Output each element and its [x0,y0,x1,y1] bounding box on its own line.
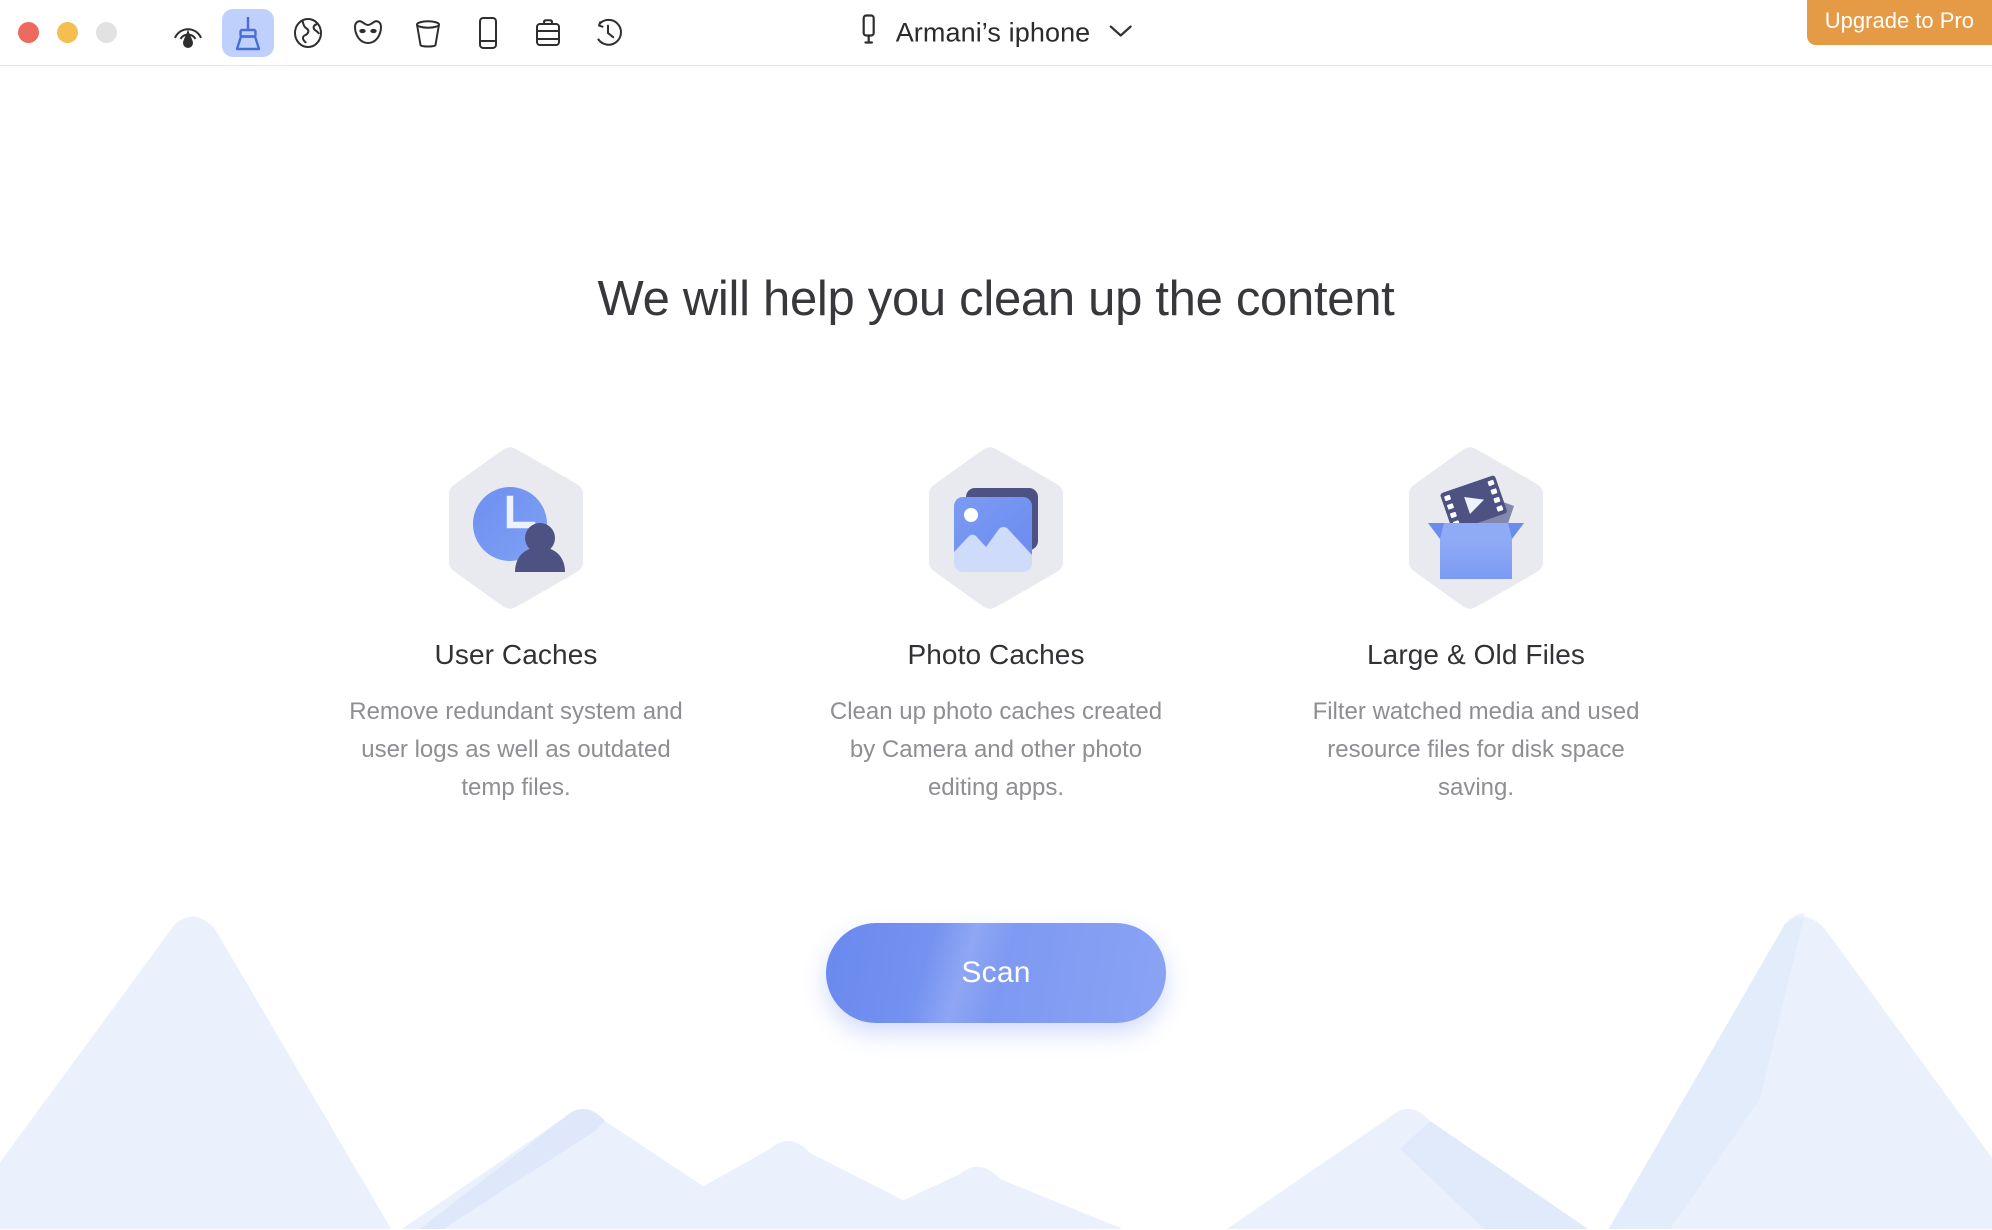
titlebar: Armani’s iphone Upgrade to Pro [0,0,1992,66]
clock-icon [591,16,625,50]
broadcast-icon [171,15,205,51]
window-controls [18,22,117,43]
chevron-down-icon[interactable] [1106,21,1134,44]
feature-card-photo-caches[interactable]: Photo Caches Clean up photo caches creat… [756,443,1236,807]
toolbox-icon [531,16,565,50]
large-old-files-icon [1396,443,1556,613]
feature-title: User Caches [434,639,598,670]
photo-caches-icon [916,443,1076,613]
minimize-button[interactable] [57,22,78,43]
feature-description: Remove redundant system and user logs as… [349,698,683,801]
toolbar-item-device[interactable] [462,9,514,57]
device-icon [471,15,505,51]
toolbar-item-browser[interactable] [282,9,334,57]
lightning-connector-icon [858,12,880,53]
trash-icon [411,16,445,50]
toolbar-item-toolkit[interactable] [522,9,574,57]
toolbar-item-broadcast[interactable] [162,9,214,57]
toolbar-item-trash[interactable] [402,9,454,57]
feature-description: Filter watched media and used resource f… [1312,698,1640,801]
toolbar-item-privacy[interactable] [342,9,394,57]
toolbar-item-clean[interactable] [222,8,274,57]
toolbar-item-history[interactable] [582,9,634,57]
broom-icon [231,14,265,52]
feature-list: User Caches Remove redundant system and … [0,443,1992,807]
feature-title: Large & Old Files [1366,639,1586,670]
scan-button-container: Scan [0,923,1992,1023]
upgrade-to-pro-button[interactable]: Upgrade to Pro [1806,0,1992,46]
user-caches-icon [436,443,596,613]
page-title: We will help you clean up the content [597,272,1395,326]
feature-card-large-old-files[interactable]: Large & Old Files Filter watched media a… [1236,443,1716,807]
scan-button[interactable]: Scan [826,923,1166,1023]
device-name-label: Armani’s iphone [895,17,1091,47]
maximize-button[interactable] [96,22,117,43]
feature-card-user-caches[interactable]: User Caches Remove redundant system and … [276,443,756,807]
mask-icon [351,16,385,50]
feature-description: Clean up photo caches created by Camera … [829,698,1163,801]
toolbar [162,8,634,57]
globe-icon [291,15,325,51]
main-content: We will help you clean up the content Us… [0,66,1992,1229]
close-button[interactable] [18,22,39,43]
feature-title: Photo Caches [907,639,1085,670]
device-selector[interactable]: Armani’s iphone [858,12,1135,53]
